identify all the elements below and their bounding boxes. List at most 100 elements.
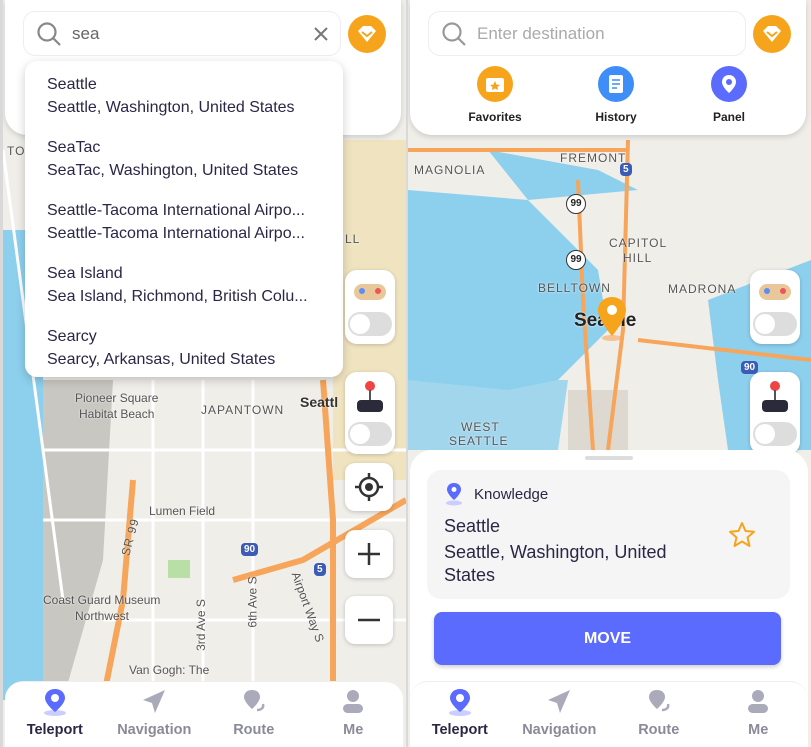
location-pin-icon (448, 689, 471, 716)
map-label: HILL (623, 251, 653, 265)
gamepad-toggle[interactable] (753, 312, 797, 336)
map-label: 3rd Ave S (193, 599, 208, 651)
favorites-button[interactable]: Favorites (455, 66, 535, 124)
joystick-widget (345, 372, 395, 454)
joystick-icon (762, 381, 788, 412)
tab-label: Me (343, 722, 364, 738)
move-button[interactable]: MOVE (434, 612, 781, 665)
search-icon (442, 21, 466, 46)
map-label: MAGNOLIA (414, 163, 486, 177)
gamepad-icon (354, 284, 386, 300)
panel-button[interactable]: Panel (689, 66, 769, 124)
map-label: 6th Ave S (245, 576, 260, 628)
result-name: SeaTac (47, 139, 101, 156)
map-label: MADRONA (668, 282, 737, 296)
gamepad-widget (345, 270, 395, 344)
quick-label: History (595, 110, 637, 124)
result-detail: Searcy, Arkansas, United States (47, 351, 276, 368)
map-label: BELLTOWN (538, 281, 611, 295)
folder-star-icon (477, 66, 513, 102)
search-result-item[interactable]: Sea Island Sea Island, Richmond, British … (25, 260, 343, 323)
search-result-item[interactable]: Seattle Seattle, Washington, United State… (25, 71, 343, 134)
bottom-tab-bar: Teleport Navigation Route Me (410, 681, 808, 747)
location-marker-icon (598, 297, 626, 341)
result-detail: SeaTac, Washington, United States (47, 162, 299, 179)
tab-me[interactable]: Me (304, 682, 404, 747)
joystick-toggle[interactable] (348, 422, 392, 446)
tab-label: Teleport (26, 722, 83, 738)
source-row: Knowledge (444, 482, 773, 506)
bottom-tab-bar: Teleport Navigation Route Me (5, 681, 403, 747)
sheet-drag-handle[interactable] (585, 456, 633, 460)
history-button[interactable]: History (576, 66, 656, 124)
zoom-in-button[interactable] (345, 530, 393, 578)
tab-route[interactable]: Route (609, 682, 709, 747)
destination-input[interactable] (477, 23, 733, 44)
phone-screen-location: FREMONT MAGNOLIA CAPITOL HILL BELLTOWN M… (408, 0, 811, 747)
map-label: TO (7, 144, 26, 158)
search-results-dropdown: Seattle Seattle, Washington, United State… (25, 61, 343, 377)
map-label: Northwest (75, 609, 130, 623)
source-label: Knowledge (474, 485, 549, 503)
map-label: FREMONT (560, 151, 627, 165)
tab-navigation[interactable]: Navigation (510, 682, 610, 747)
route-icon (243, 690, 265, 712)
tab-route[interactable]: Route (204, 682, 304, 747)
search-result-item[interactable]: Seattle-Tacoma International Airpo... Sea… (25, 197, 343, 260)
search-bar[interactable] (428, 11, 746, 56)
tab-teleport[interactable]: Teleport (410, 682, 510, 747)
map-label: Van Gogh: The (129, 663, 210, 677)
paper-plane-icon (548, 690, 571, 713)
map-label: Lumen Field (149, 504, 216, 518)
diamond-icon (763, 26, 781, 42)
result-name: Searcy (47, 328, 97, 345)
diamond-icon (358, 26, 376, 42)
map-label: WEST (461, 420, 500, 434)
tab-navigation[interactable]: Navigation (105, 682, 205, 747)
highway-99-shield: 99 (566, 250, 586, 270)
user-icon (343, 690, 364, 713)
favorite-star-icon[interactable] (727, 520, 757, 550)
joystick-toggle[interactable] (753, 422, 797, 446)
result-name: Seattle-Tacoma International Airpo... (47, 202, 305, 219)
search-icon (37, 21, 61, 46)
crosshair-icon (355, 473, 383, 501)
zoom-out-button[interactable] (345, 596, 393, 644)
search-result-item[interactable]: SeaTac SeaTac, Washington, United States (25, 134, 343, 197)
clear-icon[interactable] (314, 26, 328, 41)
location-detail: Seattle, Washington, United States (444, 542, 667, 585)
tab-label: Navigation (522, 722, 597, 738)
phone-screen-search: TO LL Pioneer Square Habitat Beach JAPAN… (3, 0, 406, 747)
result-detail: Seattle-Tacoma International Airpo... (47, 225, 305, 242)
search-bar[interactable] (23, 11, 341, 56)
gamepad-toggle[interactable] (348, 312, 392, 336)
locate-me-button[interactable] (345, 463, 393, 511)
map-label: Seattl (300, 394, 339, 410)
gamepad-widget (750, 270, 800, 344)
joystick-widget (750, 372, 800, 454)
map-label: JAPANTOWN (201, 403, 285, 417)
document-icon (598, 66, 634, 102)
tab-label: Teleport (431, 722, 488, 738)
minus-icon (358, 618, 380, 622)
map-label: Habitat Beach (79, 407, 155, 421)
route-icon (648, 690, 670, 712)
map-label: LL (345, 232, 361, 246)
map-label: SEATTLE (449, 434, 509, 448)
result-detail: Sea Island, Richmond, British Colu... (47, 288, 308, 305)
search-input[interactable] (72, 23, 314, 44)
vip-button[interactable] (348, 15, 386, 53)
search-result-item[interactable]: Searcy Searcy, Arkansas, United States (25, 323, 343, 386)
tab-teleport[interactable]: Teleport (5, 682, 105, 747)
quick-label: Panel (712, 110, 745, 124)
tab-label: Route (638, 722, 680, 738)
plus-icon (358, 543, 380, 565)
result-name: Sea Island (47, 265, 123, 282)
tab-me[interactable]: Me (709, 682, 809, 747)
interstate-5-shield: 5 (620, 163, 632, 176)
gamepad-icon (759, 284, 791, 300)
vip-button[interactable] (753, 15, 791, 53)
map-label: Coast Guard Museum (43, 593, 161, 607)
joystick-icon (357, 381, 383, 412)
location-info-card: Knowledge Seattle Seattle, Washington, U… (427, 470, 790, 599)
